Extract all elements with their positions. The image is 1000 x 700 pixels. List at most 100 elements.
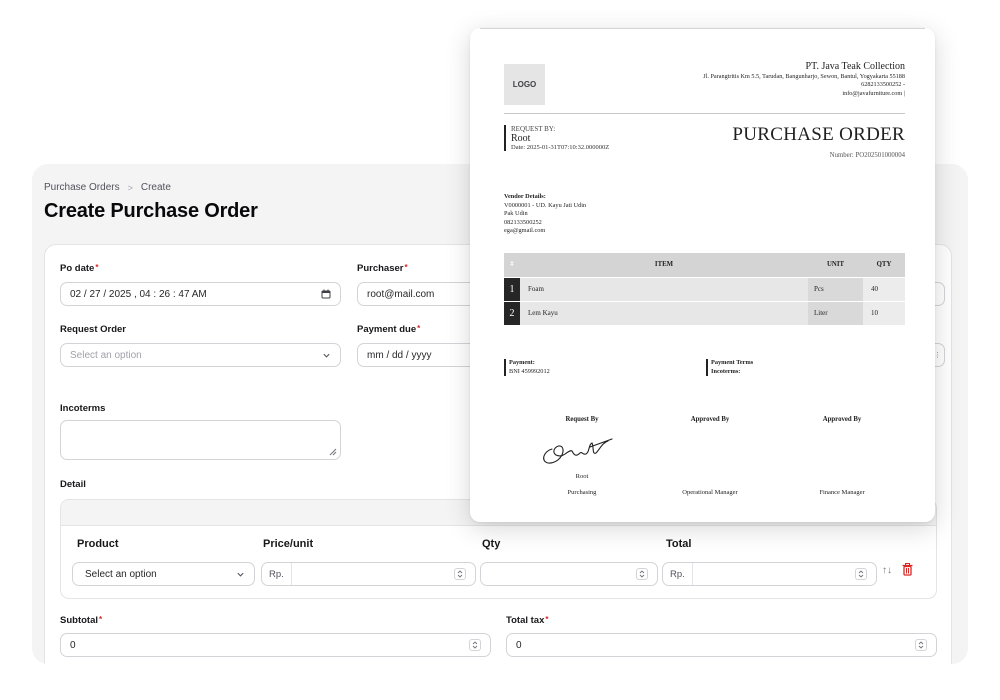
payment-terms-block: Payment Terms Incoterms: — [706, 359, 753, 376]
product-column-header: Product — [77, 538, 119, 550]
purchaser-input[interactable]: root@mail.com — [357, 282, 487, 306]
price-stepper-icon[interactable] — [454, 568, 466, 580]
resize-handle-icon[interactable] — [329, 448, 337, 456]
company-address-block: Jl. Parangtritis Km 5.5, Tarudan, Bangun… — [585, 73, 905, 98]
request-by-signer-name: Root — [575, 473, 589, 480]
vendor-details: Vendor Details: V0000001 - UD. Kayu Jati… — [504, 193, 586, 236]
row-number: 2 — [504, 300, 520, 325]
breadcrumb-parent[interactable]: Purchase Orders — [44, 182, 120, 193]
scroll-handle-icon[interactable]: ⋮ — [934, 351, 941, 359]
item-column-header: ITEM — [520, 253, 808, 277]
payment-due-label: Payment due* — [357, 324, 421, 335]
item-cell: Foam — [520, 276, 808, 301]
request-by-role: Purchasing — [567, 489, 597, 496]
request-by-block: REQUEST BY: Root Date: 2025-01-31T07:10:… — [504, 125, 609, 151]
approved-by-role-1: Operational Manager — [682, 489, 738, 496]
request-order-placeholder: Select an option — [70, 349, 142, 361]
unit-cell: Liter — [808, 300, 863, 325]
incoterms-doc-label: Incoterms: — [711, 367, 741, 375]
qty-column-header: QTY — [863, 253, 905, 277]
po-date-value: 02 / 27 / 2025 , 04 : 26 : 47 AM — [70, 288, 207, 300]
row-number: 1 — [504, 276, 520, 301]
total-column-header: Total — [666, 538, 692, 550]
po-number: Number: PO202501000004 — [829, 152, 905, 159]
item-cell: Lem Kayu — [520, 300, 808, 325]
page-title: Create Purchase Order — [44, 200, 258, 222]
items-table: # ITEM UNIT QTY 1 Foam Pcs 40 2 Lem Kayu… — [504, 253, 905, 325]
qty-cell: 10 — [863, 300, 905, 325]
total-tax-value: 0 — [516, 639, 522, 651]
company-phone: 6282133500252 - — [861, 81, 905, 89]
chevron-down-icon — [322, 351, 331, 360]
request-order-label: Request Order — [60, 324, 126, 335]
total-currency-prefix: Rp. — [670, 563, 693, 585]
detail-label: Detail — [60, 479, 86, 490]
breadcrumb-separator: > — [127, 182, 133, 193]
total-tax-label: Total tax* — [506, 615, 549, 626]
price-input[interactable]: Rp. — [261, 562, 476, 586]
unit-column-header: UNIT — [808, 253, 863, 277]
qty-input[interactable] — [480, 562, 658, 586]
table-row: 2 Lem Kayu Liter 10 — [504, 300, 905, 325]
total-input[interactable]: Rp. — [662, 562, 877, 586]
vendor-line: Pak Udin — [504, 210, 528, 217]
company-logo: LOGO — [504, 64, 545, 105]
product-placeholder: Select an option — [85, 568, 157, 580]
purchaser-label: Purchaser* — [357, 263, 408, 274]
document-title: PURCHASE ORDER — [732, 124, 905, 145]
total-tax-input[interactable]: 0 — [506, 633, 937, 657]
request-by-name: Root — [511, 133, 531, 144]
qty-stepper-icon[interactable] — [636, 568, 648, 580]
qty-cell: 40 — [863, 276, 905, 301]
request-date: Date: 2025-01-31T07:10:32.000000Z — [511, 144, 610, 151]
price-currency-prefix: Rp. — [269, 563, 292, 585]
subtotal-value: 0 — [70, 639, 76, 651]
company-email: info@javafurniture.com | — [842, 89, 905, 97]
approved-by-role-2: Finance Manager — [819, 489, 865, 496]
incoterms-textarea[interactable] — [60, 420, 341, 460]
incoterms-label: Incoterms — [60, 403, 106, 414]
subtotal-input[interactable]: 0 — [60, 633, 491, 657]
vendor-line: 082133500252 — [504, 218, 542, 226]
po-date-label: Po date* — [60, 263, 99, 274]
table-row: 1 Foam Pcs 40 — [504, 276, 905, 301]
company-address: Jl. Parangtritis Km 5.5, Tarudan, Bangun… — [703, 73, 905, 80]
total-stepper-icon[interactable] — [855, 568, 867, 580]
chevron-down-icon — [236, 570, 245, 579]
request-by-label: REQUEST BY: — [511, 125, 556, 133]
breadcrumb-current: Create — [140, 182, 171, 193]
vendor-line: V0000001 - UD. Kayu Jati Udin — [504, 201, 587, 209]
company-name: PT. Java Teak Collection — [805, 61, 905, 72]
payment-label: Payment: — [509, 359, 535, 366]
vendor-heading: Vendor Details: — [504, 193, 546, 200]
reorder-icon[interactable]: ↑↓ — [882, 565, 892, 576]
approved-by-title-1: Approved By — [690, 416, 730, 423]
subtotal-label: Subtotal* — [60, 615, 103, 626]
total-tax-stepper-icon[interactable] — [915, 639, 927, 651]
breadcrumb: Purchase Orders > Create — [44, 182, 171, 193]
request-by-signature-title: Request By — [565, 416, 599, 423]
signature-image — [543, 438, 613, 464]
payment-due-value: mm / dd / yyyy — [367, 349, 432, 361]
num-column-header: # — [504, 253, 520, 277]
qty-column-header: Qty — [482, 538, 501, 550]
approved-by-title-2: Approved By — [822, 416, 862, 423]
payment-due-input[interactable]: mm / dd / yyyy — [357, 343, 487, 367]
items-table-header: # ITEM UNIT QTY — [504, 253, 905, 277]
payment-account: BNI 459992012 — [509, 367, 550, 375]
product-select[interactable]: Select an option — [72, 562, 255, 586]
purchaser-value: root@mail.com — [367, 288, 435, 300]
document-top-rule — [480, 28, 925, 29]
calendar-icon[interactable] — [321, 289, 331, 299]
purchase-order-document: LOGO PT. Java Teak Collection Jl. Parang… — [470, 28, 935, 522]
trash-icon[interactable] — [902, 563, 913, 581]
subtotal-stepper-icon[interactable] — [469, 639, 481, 651]
payment-terms-label: Payment Terms — [711, 359, 754, 366]
price-column-header: Price/unit — [263, 538, 314, 550]
po-date-input[interactable]: 02 / 27 / 2025 , 04 : 26 : 47 AM — [60, 282, 341, 306]
vendor-line: ega@gmail.com — [504, 227, 546, 234]
unit-cell: Pcs — [808, 276, 863, 301]
header-divider — [504, 113, 905, 114]
payment-block: Payment: BNI 459992012 — [504, 359, 550, 376]
request-order-select[interactable]: Select an option — [60, 343, 341, 367]
